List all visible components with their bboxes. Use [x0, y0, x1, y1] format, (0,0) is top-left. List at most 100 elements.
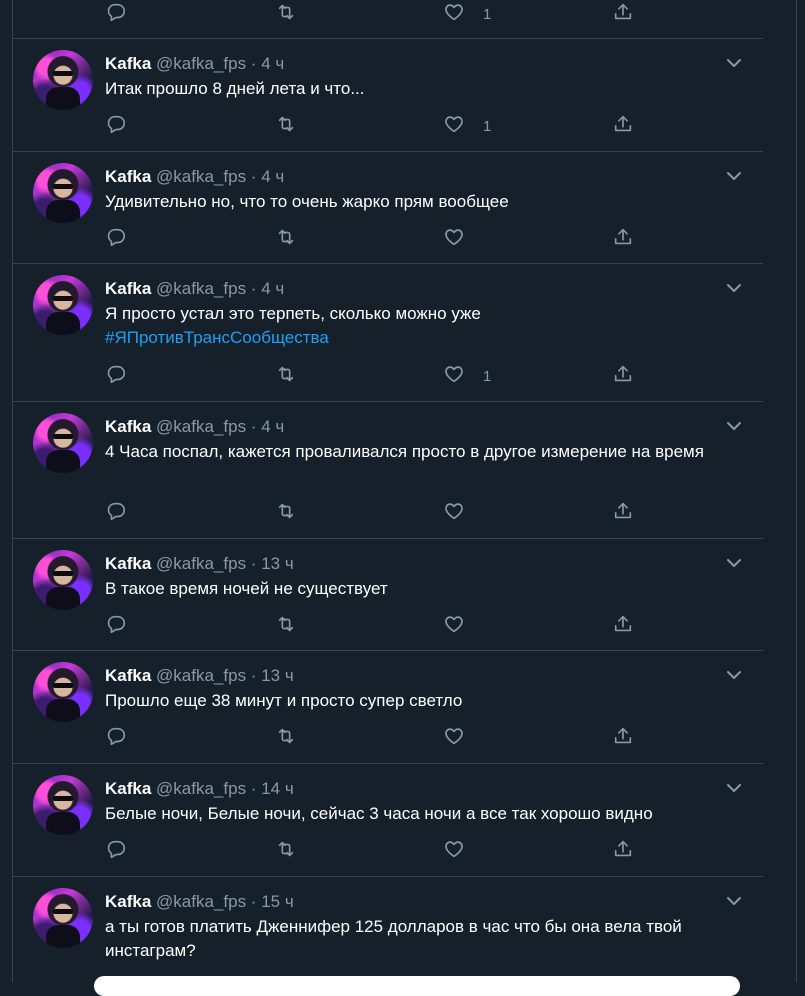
- author-handle[interactable]: @kafka_fps: [156, 666, 246, 685]
- scrollbar-track[interactable]: [796, 0, 797, 982]
- like-button[interactable]: [443, 227, 465, 251]
- retweet-button[interactable]: [275, 227, 297, 251]
- tweet-body: В такое время ночей не существует: [105, 579, 388, 598]
- author-name[interactable]: Kafka: [105, 417, 151, 436]
- reply-button[interactable]: [105, 227, 127, 251]
- share-button[interactable]: [612, 839, 634, 863]
- more-options-button[interactable]: [725, 419, 743, 433]
- share-button[interactable]: [612, 501, 634, 525]
- author-handle[interactable]: @kafka_fps: [156, 554, 246, 573]
- share-button[interactable]: [612, 2, 634, 26]
- author-name[interactable]: Kafka: [105, 666, 151, 685]
- like-button[interactable]: 1: [443, 114, 491, 138]
- new-tweets-pill[interactable]: [94, 976, 740, 996]
- avatar[interactable]: [33, 550, 93, 610]
- retweet-button[interactable]: [275, 614, 297, 638]
- more-options-button[interactable]: [725, 556, 743, 570]
- avatar[interactable]: [33, 888, 93, 948]
- tweet[interactable]: Kafka @kafka_fps · 4 ч Удивительно но, чт…: [13, 151, 763, 264]
- author-name[interactable]: Kafka: [105, 54, 151, 73]
- avatar-sunglasses: [53, 434, 73, 439]
- timestamp[interactable]: 4 ч: [261, 279, 284, 298]
- retweet-button[interactable]: [275, 2, 297, 26]
- avatar[interactable]: [33, 662, 93, 722]
- timestamp[interactable]: 4 ч: [261, 167, 284, 186]
- retweet-button[interactable]: [275, 114, 297, 138]
- author-handle[interactable]: @kafka_fps: [156, 279, 246, 298]
- author-handle[interactable]: @kafka_fps: [156, 167, 246, 186]
- author-handle[interactable]: @kafka_fps: [156, 892, 246, 911]
- timestamp[interactable]: 13 ч: [261, 554, 294, 573]
- author-handle[interactable]: @kafka_fps: [156, 417, 246, 436]
- like-button[interactable]: [443, 614, 465, 638]
- avatar-sunglasses: [53, 571, 73, 576]
- avatar[interactable]: [33, 275, 93, 335]
- tweet-header: Kafka @kafka_fps · 14 ч: [105, 779, 294, 799]
- reply-icon: [105, 500, 127, 527]
- tweet[interactable]: Kafka @kafka_fps · 14 ч Белые ночи, Белые…: [13, 763, 763, 877]
- tweet[interactable]: Kafka @kafka_fps · 15 ч а ты готов платит…: [13, 876, 763, 982]
- share-button[interactable]: [612, 726, 634, 750]
- author-name[interactable]: Kafka: [105, 892, 151, 911]
- like-button[interactable]: 1: [443, 364, 491, 388]
- timestamp[interactable]: 14 ч: [261, 779, 294, 798]
- timestamp[interactable]: 13 ч: [261, 666, 294, 685]
- like-button[interactable]: [443, 726, 465, 750]
- author-name[interactable]: Kafka: [105, 554, 151, 573]
- more-options-button[interactable]: [725, 56, 743, 70]
- share-icon: [612, 226, 634, 253]
- reply-button[interactable]: [105, 2, 127, 26]
- chevron-down-icon: [725, 57, 743, 74]
- more-options-button[interactable]: [725, 668, 743, 682]
- heart-icon: [443, 226, 465, 253]
- reply-button[interactable]: [105, 501, 127, 525]
- like-button[interactable]: [443, 839, 465, 863]
- reply-button[interactable]: [105, 114, 127, 138]
- retweet-button[interactable]: [275, 501, 297, 525]
- reply-button[interactable]: [105, 614, 127, 638]
- share-button[interactable]: [612, 227, 634, 251]
- timeline-feed[interactable]: 1 Kafka @kafka_fps · 4 ч Итак прошло 8 дн…: [12, 0, 764, 982]
- tweet[interactable]: Kafka @kafka_fps · 4 ч 4 Часа поспал, каж…: [13, 401, 763, 539]
- reply-button[interactable]: [105, 839, 127, 863]
- retweet-icon: [275, 113, 297, 140]
- avatar-body: [46, 587, 80, 610]
- heart-icon: [443, 1, 465, 28]
- heart-icon: [443, 725, 465, 752]
- share-button[interactable]: [612, 614, 634, 638]
- retweet-button[interactable]: [275, 364, 297, 388]
- avatar[interactable]: [33, 775, 93, 835]
- like-button[interactable]: [443, 501, 465, 525]
- more-options-button[interactable]: [725, 169, 743, 183]
- tweet-header: Kafka @kafka_fps · 4 ч: [105, 54, 284, 74]
- avatar[interactable]: [33, 163, 93, 223]
- reply-button[interactable]: [105, 726, 127, 750]
- timestamp[interactable]: 4 ч: [261, 54, 284, 73]
- author-handle[interactable]: @kafka_fps: [156, 54, 246, 73]
- avatar[interactable]: [33, 50, 93, 110]
- tweet-partial[interactable]: 1: [13, 0, 763, 39]
- avatar[interactable]: [33, 413, 93, 473]
- timestamp[interactable]: 4 ч: [261, 417, 284, 436]
- author-handle[interactable]: @kafka_fps: [156, 779, 246, 798]
- reply-icon: [105, 725, 127, 752]
- retweet-button[interactable]: [275, 839, 297, 863]
- share-button[interactable]: [612, 364, 634, 388]
- more-options-button[interactable]: [725, 281, 743, 295]
- tweet[interactable]: Kafka @kafka_fps · 4 ч Итак прошло 8 дней…: [13, 38, 763, 152]
- reply-button[interactable]: [105, 364, 127, 388]
- more-options-button[interactable]: [725, 781, 743, 795]
- tweet[interactable]: Kafka @kafka_fps · 4 ч Я просто устал это…: [13, 263, 763, 402]
- more-options-button[interactable]: [725, 894, 743, 908]
- author-name[interactable]: Kafka: [105, 779, 151, 798]
- tweet[interactable]: Kafka @kafka_fps · 13 ч Прошло еще 38 мин…: [13, 650, 763, 764]
- share-button[interactable]: [612, 114, 634, 138]
- like-button[interactable]: 1: [443, 2, 491, 26]
- timestamp[interactable]: 15 ч: [261, 892, 294, 911]
- author-name[interactable]: Kafka: [105, 279, 151, 298]
- hashtag-link[interactable]: #ЯПротивТрансСообщества: [105, 326, 745, 350]
- author-name[interactable]: Kafka: [105, 167, 151, 186]
- tweet-body: Я просто устал это терпеть, сколько можн…: [105, 304, 481, 323]
- retweet-button[interactable]: [275, 726, 297, 750]
- tweet[interactable]: Kafka @kafka_fps · 13 ч В такое время ноч…: [13, 538, 763, 651]
